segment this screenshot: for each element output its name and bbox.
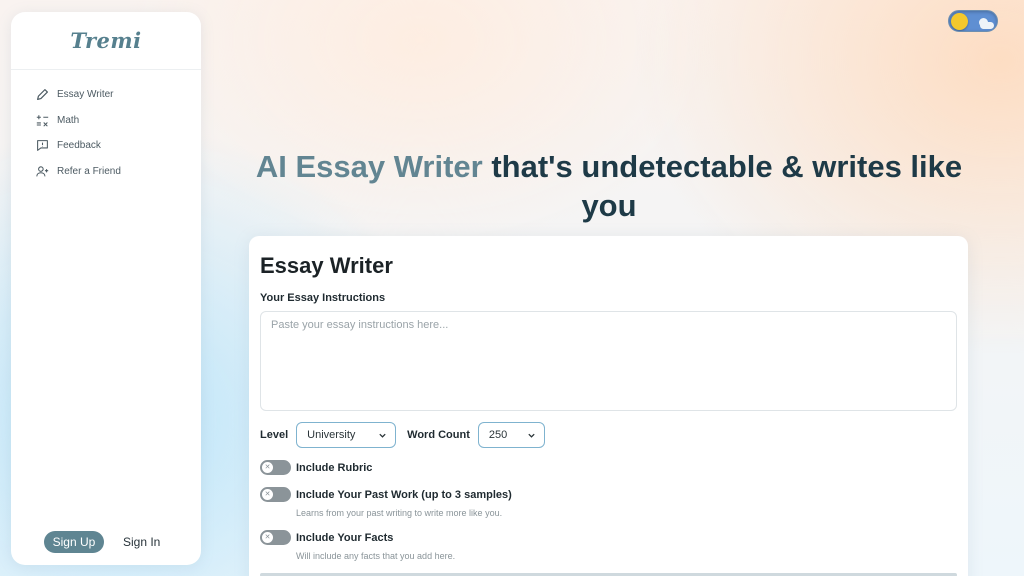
pencil-icon	[35, 88, 49, 102]
word-count-select-value: 250	[488, 429, 508, 441]
hero-heading-rest: that's undetectable & writes like you	[482, 149, 963, 223]
close-icon: ✕	[262, 532, 273, 543]
chevron-down-icon	[379, 433, 386, 438]
add-user-icon	[35, 164, 49, 178]
include-facts-label: Include Your Facts	[296, 531, 394, 544]
sidebar-item-math[interactable]: Math	[11, 108, 201, 134]
sidebar-item-label: Essay Writer	[57, 89, 114, 101]
sidebar-item-label: Math	[57, 114, 80, 126]
calculator-icon	[35, 113, 49, 127]
include-facts-row: ✕ Include Your Facts	[260, 530, 393, 545]
word-count-select[interactable]: 250	[477, 422, 545, 448]
sign-in-button[interactable]: Sign In	[123, 535, 160, 549]
options-row: Level University Word Count 250	[260, 422, 545, 448]
feedback-icon	[35, 139, 49, 153]
brand-header: Tremi	[11, 12, 201, 70]
level-select-value: University	[307, 429, 356, 441]
include-facts-toggle[interactable]: ✕	[260, 530, 291, 545]
instructions-input[interactable]	[260, 311, 957, 411]
essay-writer-card: Essay Writer Your Essay Instructions Lev…	[249, 236, 968, 576]
include-past-work-row: ✕ Include Your Past Work (up to 3 sample…	[260, 487, 512, 502]
hero-heading-accent: AI Essay Writer	[255, 149, 483, 184]
level-label: Level	[260, 429, 289, 441]
include-past-work-label: Include Your Past Work (up to 3 samples)	[296, 488, 512, 501]
sign-up-button[interactable]: Sign Up	[44, 531, 104, 553]
sidebar-item-refer-a-friend[interactable]: Refer a Friend	[11, 159, 201, 185]
theme-toggle[interactable]	[948, 10, 998, 32]
hero-heading: AI Essay Writer that's undetectable & wr…	[250, 147, 968, 225]
include-past-work-toggle[interactable]: ✕	[260, 487, 291, 502]
card-title: Essay Writer	[260, 253, 393, 278]
sidebar-item-feedback[interactable]: Feedback	[11, 133, 201, 159]
close-icon: ✕	[262, 462, 273, 473]
sidebar-nav: Essay Writer Math Feedback Refer a Frien…	[11, 70, 201, 184]
facts-hint: Will include any facts that you add here…	[296, 551, 456, 561]
include-rubric-label: Include Rubric	[296, 461, 373, 474]
sun-icon	[951, 13, 968, 30]
close-icon: ✕	[262, 489, 273, 500]
sidebar-item-label: Refer a Friend	[57, 165, 121, 177]
cloud-icon	[980, 22, 994, 29]
word-count-label: Word Count	[407, 429, 470, 441]
sidebar-item-essay-writer[interactable]: Essay Writer	[11, 82, 201, 108]
level-select[interactable]: University	[296, 422, 397, 448]
sidebar: Tremi Essay Writer Math Feedback Refer a…	[11, 12, 201, 565]
include-rubric-toggle[interactable]: ✕	[260, 460, 291, 475]
auth-buttons: Sign Up Sign In	[44, 531, 160, 553]
sidebar-item-label: Feedback	[57, 140, 101, 152]
past-work-hint: Learns from your past writing to write m…	[296, 508, 503, 518]
include-rubric-row: ✕ Include Rubric	[260, 460, 372, 475]
instructions-label: Your Essay Instructions	[260, 292, 386, 304]
chevron-down-icon	[528, 433, 535, 438]
brand-logo[interactable]: Tremi	[70, 28, 141, 53]
